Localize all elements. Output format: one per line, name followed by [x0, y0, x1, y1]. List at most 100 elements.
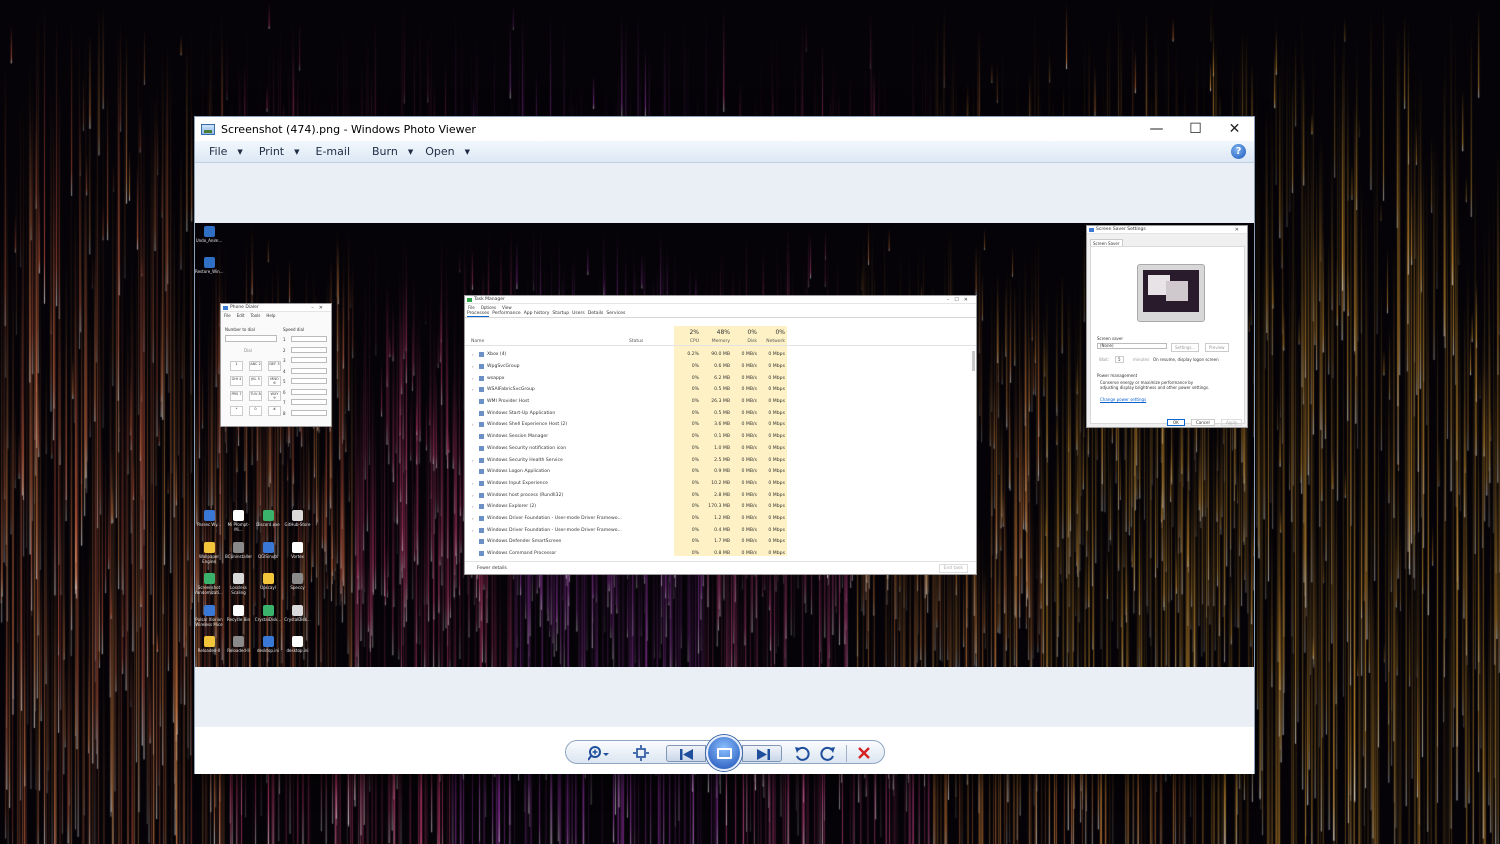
chevron-down-icon: ▼ [237, 147, 243, 156]
shortcut-icon [292, 573, 303, 584]
table-row: › Windows Driver Foundation - User-mode D… [465, 513, 976, 525]
process-mem: 2.8 MB [714, 492, 730, 498]
expand-chevron-icon: › [472, 504, 474, 510]
change-power-settings-link: Change power settings [1100, 397, 1147, 402]
speed-dial-number: 1 [283, 337, 286, 342]
window-title: Screenshot (474).png - Windows Photo Vie… [221, 122, 476, 136]
speed-dial-field [291, 367, 327, 374]
chevron-down-icon: ▼ [294, 147, 300, 156]
process-mem: 26.3 MB [711, 399, 730, 405]
screen-saver-title: Screen Saver Settings [1096, 227, 1146, 232]
shortcut-icon [262, 573, 274, 584]
screen-saver-select: (None) [1097, 343, 1167, 349]
close-button[interactable]: ✕ [1215, 117, 1254, 141]
process-name: Xbox (4) [487, 352, 507, 358]
menu-file[interactable]: File ▼ [209, 145, 243, 158]
zoom-icon[interactable] [586, 744, 612, 762]
desktop-icon: Parsec Wy... [195, 510, 223, 527]
process-net: 0 Mbps [768, 539, 785, 545]
end-task-button: End task [938, 564, 968, 573]
process-icon [479, 422, 484, 428]
process-icon [479, 551, 484, 557]
pd-menu-file: File [224, 312, 231, 318]
screen-saver-icon [1089, 228, 1094, 232]
ss-cancel-button: Cancel [1191, 419, 1215, 426]
process-net: 0 Mbps [768, 364, 785, 370]
process-cpu: 0% [691, 410, 699, 416]
actual-size-icon[interactable] [630, 744, 652, 762]
process-name: Windows Command Processor [487, 551, 557, 557]
pd-menu-edit: Edit [236, 312, 245, 318]
process-disk: 0 MB/s [741, 551, 757, 557]
keypad-key: JKL 5 [249, 376, 262, 386]
process-icon [479, 539, 484, 545]
process-net: 0 Mbps [768, 410, 785, 416]
desktop-icon: Restore_Win... [195, 257, 224, 274]
process-icon [479, 410, 484, 416]
menu-burn[interactable]: Burn ▼ [372, 145, 413, 158]
keypad-key: # [268, 406, 281, 416]
desktop-icon: QGIS/nuts [254, 541, 282, 559]
displayed-screenshot[interactable]: Undo_Anim... Restore_Win... Phone Dialer… [195, 223, 1254, 667]
desktop-icon-label: Wallpaper Engine [198, 553, 219, 564]
menu-open[interactable]: Open ▼ [425, 145, 470, 158]
table-row: Windows Defender SmartScreen 0% 1.7 MB 0 MB… [465, 536, 976, 548]
process-mem: 6.2 MB [714, 375, 730, 381]
help-icon[interactable]: ? [1231, 144, 1246, 159]
ss-ok-button: OK [1167, 419, 1185, 426]
table-row: WMI Provider Host 0% 26.3 MB 0 MB/s 0 Mbps [465, 396, 976, 408]
process-net: 0 Mbps [768, 399, 785, 405]
slideshow-button[interactable] [706, 735, 742, 771]
desktop-icon-label: Discord.exe [256, 522, 280, 527]
menu-print[interactable]: Print ▼ [259, 145, 300, 158]
table-row: › WSAIFabricSvcGroup 0% 0.5 MB 0 MB/s 0 Mbps [465, 384, 976, 396]
process-disk: 0 MB/s [741, 445, 757, 451]
title-bar[interactable]: Screenshot (474).png - Windows Photo Vie… [195, 117, 1254, 141]
process-cpu: 0% [691, 492, 699, 498]
process-net: 0 Mbps [768, 352, 785, 358]
delete-icon[interactable] [854, 744, 874, 762]
pd-menu-tools: Tools [250, 312, 261, 318]
desktop-icon: BCUninstaller [225, 541, 253, 559]
process-cpu: 0% [691, 469, 699, 475]
tm-menu-file: File [468, 304, 475, 310]
tm-column-header: Name Status 2% CPU 48% Memory 0% Disk 0%… [465, 326, 976, 346]
desktop-icon: desktop.ini [254, 636, 282, 653]
process-cpu: 0% [691, 375, 699, 381]
desktop-icon: Undo_Anim... [195, 226, 223, 243]
table-row: › Windows Security Health Service 0% 2.5 MB… [465, 454, 976, 466]
scrollbar [972, 351, 975, 371]
menu-email-label: E-mail [315, 145, 351, 158]
next-button[interactable] [742, 745, 782, 762]
phone-dialer-window: Phone Dialer –✕ File Edit Tools Help Numb… [220, 303, 332, 427]
process-icon [479, 492, 484, 498]
maximize-button[interactable]: ☐ [1176, 117, 1215, 141]
process-net: 0 Mbps [768, 445, 785, 451]
photo-viewer-window: Screenshot (474).png - Windows Photo Vie… [194, 116, 1255, 774]
menu-file-label: File [209, 145, 228, 158]
phone-dialer-title: Phone Dialer [230, 305, 259, 310]
process-disk: 0 MB/s [741, 422, 757, 428]
process-disk: 0 MB/s [741, 387, 757, 393]
rotate-counterclockwise-icon[interactable] [792, 744, 812, 762]
previous-button[interactable] [666, 745, 706, 762]
process-net: 0 Mbps [768, 492, 785, 498]
menu-email[interactable]: E-mail [316, 145, 351, 158]
desktop-icon-label: Pulsar Xlorion Wireless Mice [195, 616, 223, 627]
process-icon [479, 504, 484, 510]
tm-tab-processes: Processes [467, 310, 490, 317]
minimize-button[interactable]: — [1137, 117, 1176, 141]
process-net: 0 Mbps [768, 527, 785, 533]
tm-tab-services: Services [606, 311, 626, 316]
desktop-icon-label: Undo_Anim... [195, 238, 223, 243]
process-disk: 0 MB/s [741, 410, 757, 416]
process-mem: 2.5 MB [714, 457, 730, 463]
rotate-clockwise-icon[interactable] [818, 744, 838, 762]
desktop-icon: Upscayl [254, 573, 282, 590]
keypad-key: * [230, 406, 243, 416]
tm-tab-details: Details [587, 311, 604, 316]
col-mem-pct: 48% [716, 329, 730, 336]
shortcut-icon [292, 541, 303, 553]
desktop-icon: Pulsar Xlorion Wireless Mice [195, 604, 223, 627]
process-cpu: 0% [691, 364, 699, 370]
